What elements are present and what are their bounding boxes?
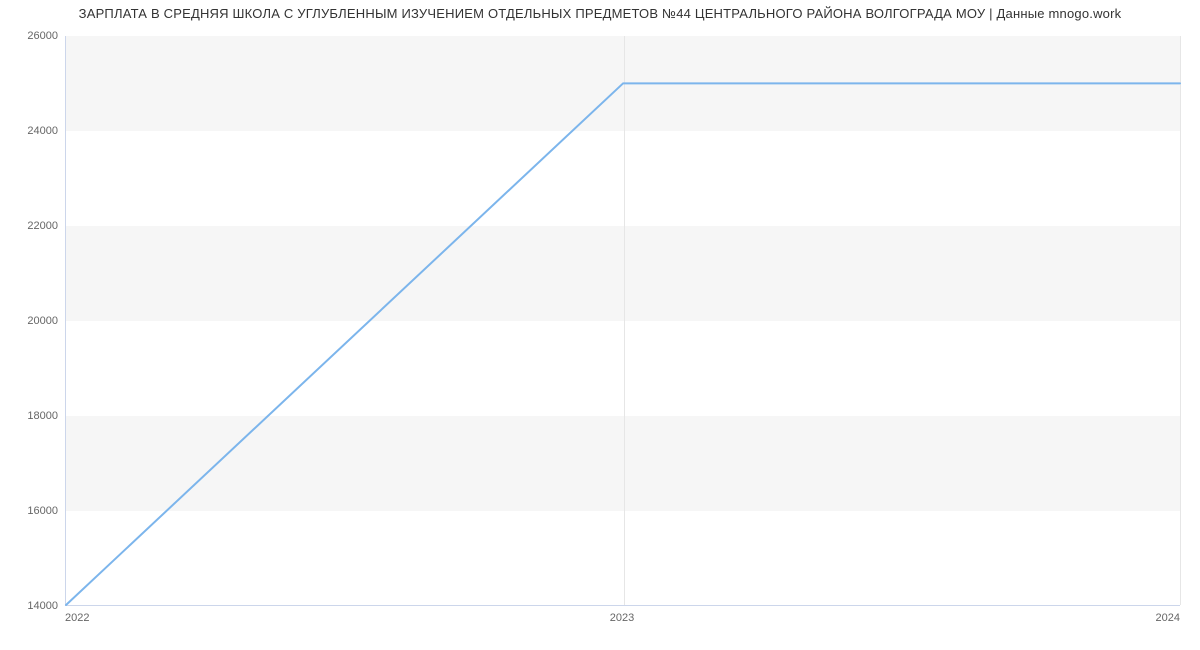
data-line [66,36,1180,605]
x-tick-label: 2023 [610,612,634,624]
y-tick-label: 14000 [3,600,58,612]
y-tick-label: 16000 [3,505,58,517]
salary-line-chart: ЗАРПЛАТА В СРЕДНЯЯ ШКОЛА С УГЛУБЛЕННЫМ И… [0,0,1200,650]
x-tick-label: 2022 [65,612,89,624]
x-tick-label: 2024 [1156,612,1180,624]
y-tick-label: 22000 [3,220,58,232]
y-tick-label: 20000 [3,315,58,327]
chart-title: ЗАРПЛАТА В СРЕДНЯЯ ШКОЛА С УГЛУБЛЕННЫМ И… [0,6,1200,21]
y-tick-label: 26000 [3,30,58,42]
y-tick-label: 18000 [3,410,58,422]
gridline-vertical [1180,36,1181,605]
y-tick-label: 24000 [3,125,58,137]
plot-area [65,36,1180,606]
